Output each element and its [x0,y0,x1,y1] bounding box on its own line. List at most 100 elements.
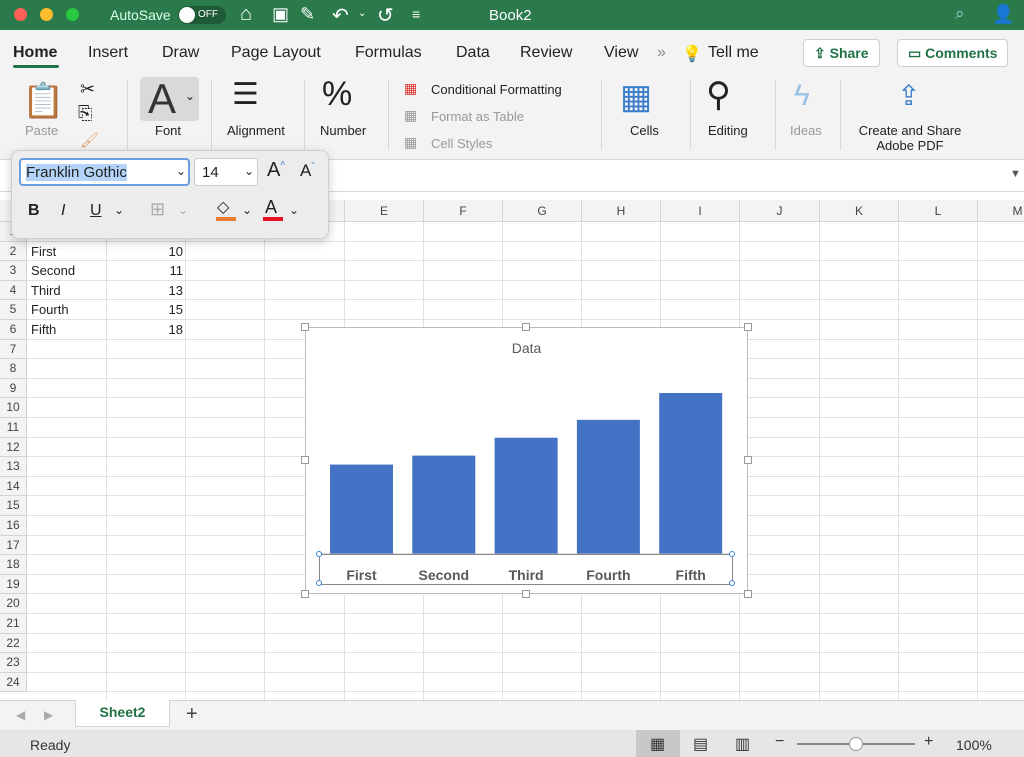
row-header-13[interactable]: 13 [0,457,27,477]
tab-insert[interactable]: Insert [88,44,128,62]
prev-sheet-icon[interactable]: ◀ [16,708,25,722]
borders-icon[interactable]: ⊞ [150,199,165,220]
column-header-F[interactable]: F [424,200,503,222]
zoom-in-button[interactable]: + [924,733,933,751]
customize-toolbar-icon[interactable]: ≡ [412,6,420,22]
chart-resize-handle[interactable] [301,456,309,464]
row-header-11[interactable]: 11 [0,418,27,438]
font-color-dropdown-icon[interactable]: ⌄ [289,203,299,217]
home-icon[interactable]: ⌂ [240,3,252,26]
bold-button[interactable]: B [28,202,40,220]
tab-home[interactable]: Home [13,44,57,62]
ideas-icon[interactable]: ϟ [794,79,810,113]
column-header-J[interactable]: J [740,200,820,222]
cell-b5[interactable]: 15 [107,300,183,319]
font-name-select[interactable]: Franklin Gothic ⌄ [19,158,190,186]
zoom-slider-handle[interactable] [849,737,863,751]
edit-icon[interactable]: ✎ [300,4,315,25]
expand-formula-icon[interactable]: ▼ [1010,168,1021,180]
maximize-window-button[interactable] [66,8,79,21]
row-header-16[interactable]: 16 [0,516,27,536]
minimize-window-button[interactable] [40,8,53,21]
add-sheet-button[interactable]: + [186,703,198,726]
column-header-E[interactable]: E [345,200,424,222]
save-icon[interactable]: ▣ [272,4,289,25]
fill-color-icon[interactable]: ◇ [217,197,229,217]
underline-dropdown-icon[interactable]: ⌄ [114,203,124,217]
pdf-share-icon[interactable]: ⇪ [897,79,920,112]
borders-dropdown-icon[interactable]: ⌄ [178,203,188,217]
column-header-G[interactable]: G [503,200,582,222]
cell-styles-button[interactable]: Cell Styles [431,136,492,151]
cell-a5[interactable]: Fourth [31,300,69,319]
cell-a2[interactable]: First [31,242,56,261]
row-header-22[interactable]: 22 [0,633,27,654]
zoom-out-button[interactable]: − [775,733,784,751]
row-header-5[interactable]: 5 [0,300,27,320]
row-header-17[interactable]: 17 [0,535,27,556]
cell-a4[interactable]: Third [31,281,61,300]
font-size-select[interactable]: 14 ⌄ [194,158,258,186]
column-header-K[interactable]: K [820,200,899,222]
font-color-icon[interactable]: A [265,197,277,218]
bar-third[interactable] [494,437,558,554]
page-layout-view-icon[interactable]: ▤ [693,734,708,754]
more-tabs-icon[interactable]: » [657,44,666,62]
cut-icon[interactable]: ✂ [80,79,95,100]
row-header-8[interactable]: 8 [0,359,27,379]
tab-draw[interactable]: Draw [162,44,199,62]
italic-button[interactable]: I [61,202,65,220]
account-icon[interactable]: 👤 [992,4,1014,25]
autosave-toggle[interactable]: OFF [178,6,226,24]
chart-resize-handle[interactable] [522,590,530,598]
chart-resize-handle[interactable] [522,323,530,331]
chart[interactable]: Data First Second Third Fourth Fifth [305,327,748,594]
bar-first[interactable] [330,464,393,554]
tab-view[interactable]: View [604,44,638,62]
chart-resize-handle[interactable] [301,590,309,598]
row-header-4[interactable]: 4 [0,280,27,301]
column-header-M[interactable]: M [978,200,1024,222]
search-icon[interactable]: ⌕ [955,4,965,24]
column-header-H[interactable]: H [582,200,661,222]
conditional-formatting-button[interactable]: Conditional Formatting [431,82,562,97]
tab-data[interactable]: Data [456,44,490,62]
row-header-7[interactable]: 7 [0,339,27,360]
row-header-18[interactable]: 18 [0,555,27,575]
fill-color-dropdown-icon[interactable]: ⌄ [242,203,252,217]
row-header-21[interactable]: 21 [0,614,27,634]
bar-fifth[interactable] [659,393,723,554]
bar-fourth[interactable] [576,419,640,554]
undo-dropdown-icon[interactable]: ⌄ [358,8,366,19]
row-header-10[interactable]: 10 [0,398,27,418]
tell-me-search[interactable]: Tell me [708,44,759,62]
row-header-23[interactable]: 23 [0,653,27,673]
bar-second[interactable] [412,455,476,554]
cells-icon[interactable]: ▦ [620,77,652,117]
row-header-6[interactable]: 6 [0,320,27,340]
normal-view-button[interactable]: ▦ [636,730,680,757]
decrease-font-size-button[interactable]: Aˇ [300,161,315,181]
cell-b4[interactable]: 13 [107,281,183,300]
alignment-icon[interactable]: ☰ [232,77,259,112]
search-editing-icon[interactable]: ⚲ [706,75,731,115]
share-button[interactable]: ⇪ Share [803,39,880,67]
undo-icon[interactable]: ↶ [332,3,349,28]
sheet-tab-sheet2[interactable]: Sheet2 [75,700,170,727]
increase-font-size-button[interactable]: A^ [267,159,285,182]
comments-button[interactable]: ▭ Comments [897,39,1009,67]
axis-selection-handle[interactable] [729,551,735,557]
chart-resize-handle[interactable] [744,323,752,331]
chart-resize-handle[interactable] [744,456,752,464]
column-header-I[interactable]: I [661,200,740,222]
row-header-15[interactable]: 15 [0,496,27,516]
row-header-19[interactable]: 19 [0,574,27,595]
row-header-9[interactable]: 9 [0,378,27,399]
format-painter-icon[interactable]: 🖌 [80,131,99,149]
row-header-12[interactable]: 12 [0,437,27,458]
cell-b6[interactable]: 18 [107,320,183,339]
cell-b3[interactable]: 11 [107,261,184,280]
row-header-3[interactable]: 3 [0,261,27,281]
category-axis-selection[interactable] [319,554,733,585]
tab-formulas[interactable]: Formulas [355,44,422,62]
